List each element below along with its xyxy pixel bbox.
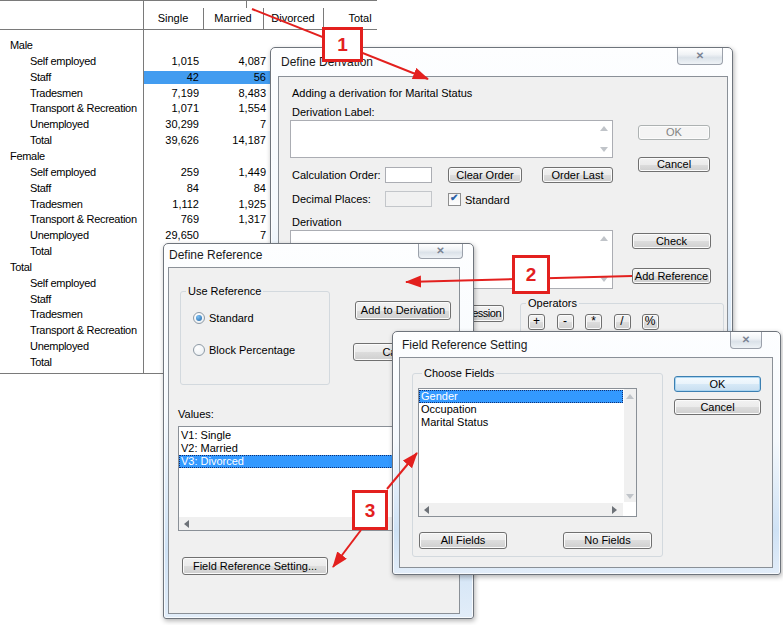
choose-fields-group-label: Choose Fields [422,367,496,380]
scroll-left-icon[interactable] [424,506,429,514]
all-fields-button[interactable]: All Fields [419,532,507,549]
ok-button[interactable]: OK [674,376,761,392]
fields-vscrollbar[interactable] [624,389,636,502]
scroll-down-icon[interactable] [626,494,634,499]
no-fields-button[interactable]: No Fields [563,532,652,549]
fields-list-item[interactable]: Gender [421,390,458,403]
close-icon: ✕ [731,332,761,347]
scroll-up-icon[interactable] [626,394,634,399]
field-reference-setting-title: Field Reference Setting [402,338,527,352]
fields-list-item[interactable]: Occupation [421,403,477,416]
scroll-right-icon[interactable] [612,506,617,514]
cancel-button[interactable]: Cancel [674,399,761,415]
field-reference-setting-close-button[interactable]: ✕ [730,332,762,349]
fields-list-item[interactable]: Marital Status [421,416,488,429]
fields-hscrollbar[interactable] [419,503,623,516]
